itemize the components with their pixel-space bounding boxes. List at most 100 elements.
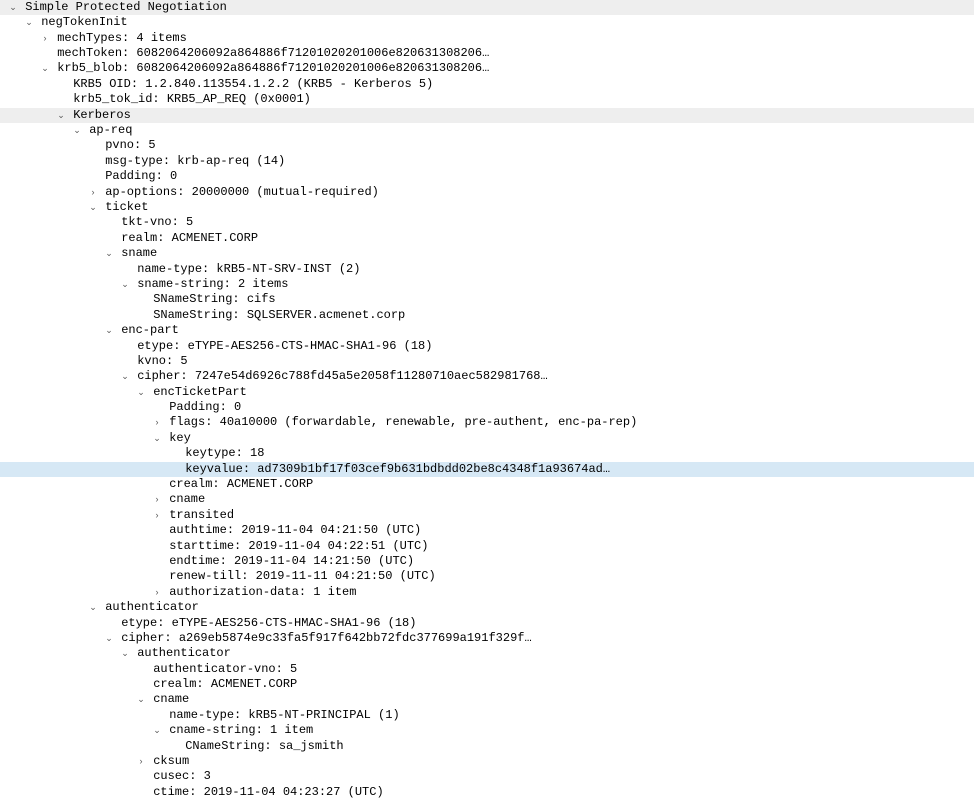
chevron-down-icon[interactable]: ⌄ — [88, 602, 98, 614]
chevron-right-icon[interactable]: › — [152, 417, 162, 429]
gap — [18, 0, 25, 16]
tree-row[interactable]: renew-till: 2019-11-11 04:21:50 (UTC) — [0, 569, 974, 584]
tree-row[interactable]: ⌄ sname-string: 2 items — [0, 277, 974, 292]
tree-row[interactable]: authenticator-vno: 5 — [0, 662, 974, 677]
tree-row[interactable]: › mechTypes: 4 items — [0, 31, 974, 46]
tree-row[interactable]: crealm: ACMENET.CORP — [0, 677, 974, 692]
tree-row[interactable]: ⌄ cipher: a269eb5874e9c33fa5f917f642bb72… — [0, 631, 974, 646]
tree-row[interactable]: ⌄ krb5_blob: 6082064206092a864886f712010… — [0, 62, 974, 77]
chevron-down-icon[interactable]: ⌄ — [120, 371, 130, 383]
tree-row[interactable]: etype: eTYPE-AES256-CTS-HMAC-SHA1-96 (18… — [0, 616, 974, 631]
tree-row[interactable]: name-type: kRB5-NT-PRINCIPAL (1) — [0, 708, 974, 723]
tree-row[interactable]: › cksum — [0, 754, 974, 769]
tree-row[interactable]: › authorization-data: 1 item — [0, 585, 974, 600]
tree-row-label: etype: eTYPE-AES256-CTS-HMAC-SHA1-96 (18… — [121, 616, 416, 632]
tree-row-label: transited — [169, 508, 234, 524]
tree-row[interactable]: CNameString: sa_jsmith — [0, 739, 974, 754]
chevron-down-icon[interactable]: ⌄ — [136, 694, 146, 706]
tree-row[interactable]: endtime: 2019-11-04 14:21:50 (UTC) — [0, 554, 974, 569]
gap — [98, 138, 105, 154]
chevron-down-icon[interactable]: ⌄ — [8, 2, 18, 14]
gap — [50, 31, 57, 47]
tree-row[interactable]: ⌄ sname — [0, 246, 974, 261]
chevron-down-icon[interactable]: ⌄ — [24, 17, 34, 29]
chevron-down-icon[interactable]: ⌄ — [72, 125, 82, 137]
tree-row[interactable]: ⌄ cipher: 7247e54d6926c788fd45a5e2058f11… — [0, 369, 974, 384]
gap — [98, 185, 105, 201]
tree-row[interactable]: ⌄ cname — [0, 693, 974, 708]
chevron-down-icon[interactable]: ⌄ — [152, 725, 162, 737]
tree-row[interactable]: ⌄ Simple Protected Negotiation — [0, 0, 974, 15]
tree-row[interactable]: ⌄ enc-part — [0, 323, 974, 338]
tree-row-label: cipher: a269eb5874e9c33fa5f917f642bb72fd… — [121, 631, 531, 647]
tree-row-label: sname — [121, 246, 157, 262]
tree-row-label: SNameString: cifs — [153, 292, 275, 308]
tree-row[interactable]: Padding: 0 — [0, 169, 974, 184]
tree-row[interactable]: ⌄ cname-string: 1 item — [0, 723, 974, 738]
tree-row[interactable]: SNameString: SQLSERVER.acmenet.corp — [0, 308, 974, 323]
tree-row[interactable]: Padding: 0 — [0, 400, 974, 415]
tree-row-label: authenticator — [137, 646, 231, 662]
tree-row[interactable]: starttime: 2019-11-04 04:22:51 (UTC) — [0, 539, 974, 554]
chevron-down-icon[interactable]: ⌄ — [120, 279, 130, 291]
tree-row[interactable]: msg-type: krb-ap-req (14) — [0, 154, 974, 169]
gap — [66, 108, 73, 124]
tree-row[interactable]: cusec: 3 — [0, 770, 974, 785]
gap — [130, 277, 137, 293]
chevron-down-icon[interactable]: ⌄ — [104, 633, 114, 645]
tree-row[interactable]: KRB5 OID: 1.2.840.113554.1.2.2 (KRB5 - K… — [0, 77, 974, 92]
tree-row[interactable]: › cname — [0, 493, 974, 508]
tree-row[interactable]: name-type: kRB5-NT-SRV-INST (2) — [0, 262, 974, 277]
chevron-right-icon[interactable]: › — [88, 187, 98, 199]
gap — [178, 462, 185, 478]
tree-row[interactable]: ⌄ authenticator — [0, 646, 974, 661]
chevron-right-icon[interactable]: › — [152, 510, 162, 522]
tree-row-label: crealm: ACMENET.CORP — [153, 677, 297, 693]
tree-row[interactable]: › ap-options: 20000000 (mutual-required) — [0, 185, 974, 200]
gap — [162, 539, 169, 555]
gap — [98, 600, 105, 616]
tree-row-label: authtime: 2019-11-04 04:21:50 (UTC) — [169, 523, 421, 539]
chevron-right-icon[interactable]: › — [152, 494, 162, 506]
tree-row[interactable]: ⌄ key — [0, 431, 974, 446]
gap — [146, 769, 153, 785]
chevron-down-icon[interactable]: ⌄ — [152, 433, 162, 445]
tree-row[interactable]: kvno: 5 — [0, 354, 974, 369]
tree-row[interactable]: crealm: ACMENET.CORP — [0, 477, 974, 492]
gap — [130, 339, 137, 355]
tree-row[interactable]: pvno: 5 — [0, 139, 974, 154]
tree-row[interactable]: keyvalue: ad7309b1bf17f03cef9b631bdbdd02… — [0, 462, 974, 477]
tree-row[interactable]: realm: ACMENET.CORP — [0, 231, 974, 246]
tree-row[interactable]: SNameString: cifs — [0, 292, 974, 307]
tree-row[interactable]: ⌄ negTokenInit — [0, 15, 974, 30]
chevron-down-icon[interactable]: ⌄ — [56, 110, 66, 122]
tree-row-label: Simple Protected Negotiation — [25, 0, 227, 16]
chevron-down-icon[interactable]: ⌄ — [136, 387, 146, 399]
chevron-down-icon[interactable]: ⌄ — [104, 248, 114, 260]
gap — [178, 446, 185, 462]
tree-row[interactable]: tkt-vno: 5 — [0, 215, 974, 230]
chevron-down-icon[interactable]: ⌄ — [104, 325, 114, 337]
chevron-down-icon[interactable]: ⌄ — [120, 648, 130, 660]
tree-row[interactable]: keytype: 18 — [0, 446, 974, 461]
tree-row[interactable]: › flags: 40a10000 (forwardable, renewabl… — [0, 416, 974, 431]
chevron-down-icon[interactable]: ⌄ — [88, 202, 98, 214]
tree-row[interactable]: etype: eTYPE-AES256-CTS-HMAC-SHA1-96 (18… — [0, 339, 974, 354]
tree-row[interactable]: › transited — [0, 508, 974, 523]
tree-row[interactable]: ⌄ authenticator — [0, 600, 974, 615]
chevron-right-icon[interactable]: › — [152, 587, 162, 599]
tree-row[interactable]: ⌄ Kerberos — [0, 108, 974, 123]
tree-row[interactable]: ⌄ encTicketPart — [0, 385, 974, 400]
tree-row[interactable]: authtime: 2019-11-04 04:21:50 (UTC) — [0, 523, 974, 538]
tree-row[interactable]: ctime: 2019-11-04 04:23:27 (UTC) — [0, 785, 974, 800]
chevron-down-icon[interactable]: ⌄ — [40, 63, 50, 75]
tree-row[interactable]: ⌄ ticket — [0, 200, 974, 215]
chevron-right-icon[interactable]: › — [40, 33, 50, 45]
gap — [162, 554, 169, 570]
tree-row-label: keyvalue: ad7309b1bf17f03cef9b631bdbdd02… — [185, 462, 610, 478]
tree-row[interactable]: ⌄ ap-req — [0, 123, 974, 138]
tree-row[interactable]: mechToken: 6082064206092a864886f71201020… — [0, 46, 974, 61]
chevron-right-icon[interactable]: › — [136, 756, 146, 768]
tree-row[interactable]: krb5_tok_id: KRB5_AP_REQ (0x0001) — [0, 92, 974, 107]
gap — [162, 523, 169, 539]
